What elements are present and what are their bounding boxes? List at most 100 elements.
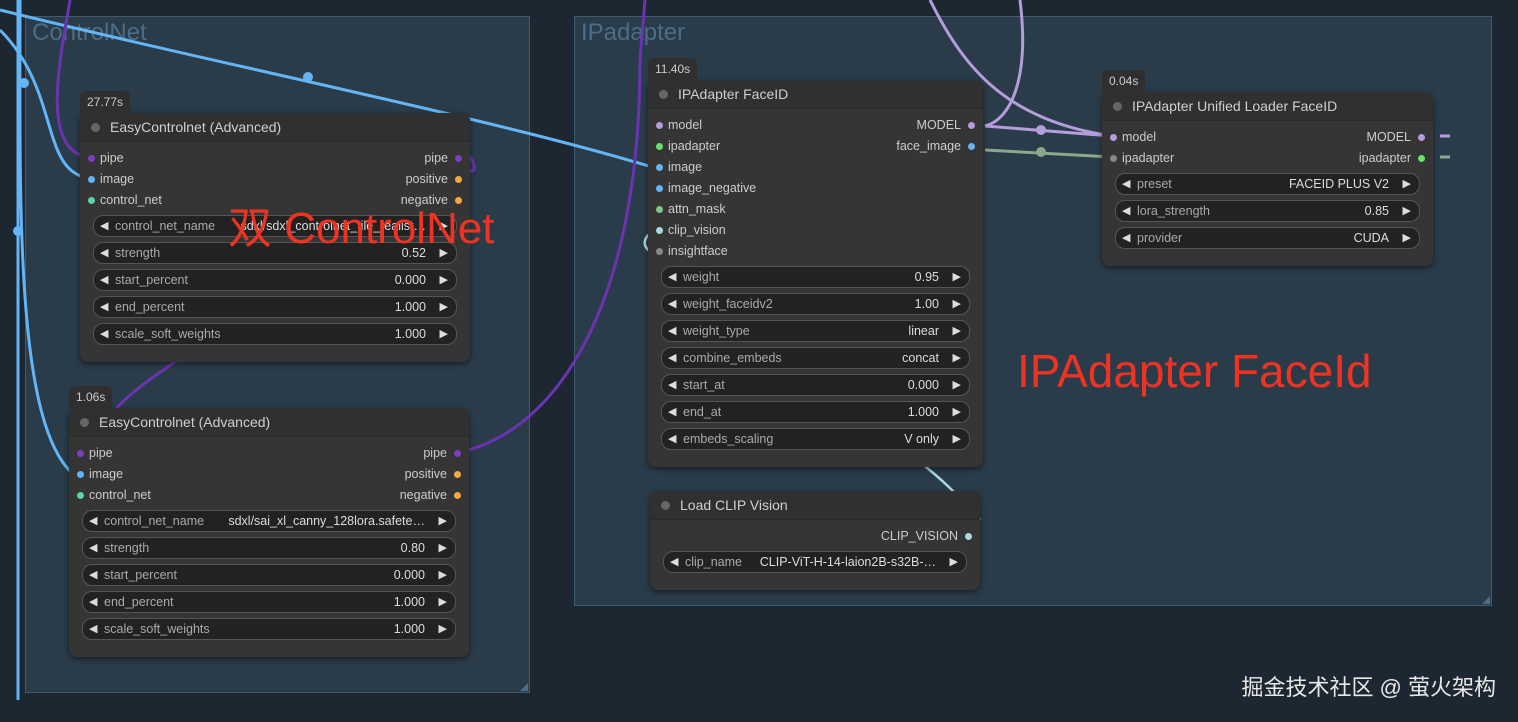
decrement-arrow-icon[interactable]: ◀ xyxy=(1122,174,1130,194)
decrement-arrow-icon[interactable]: ◀ xyxy=(668,429,676,449)
decrement-arrow-icon[interactable]: ◀ xyxy=(89,511,97,531)
output-slot-pipe[interactable]: pipe xyxy=(424,148,462,169)
output-socket-icon[interactable] xyxy=(1418,134,1425,141)
widget-preset[interactable]: ◀ preset FACEID PLUS V2 ▶ xyxy=(1115,173,1420,195)
widget-lora_strength[interactable]: ◀ lora_strength 0.85 ▶ xyxy=(1115,200,1420,222)
increment-arrow-icon[interactable]: ▶ xyxy=(953,294,961,314)
decrement-arrow-icon[interactable]: ◀ xyxy=(100,324,108,344)
widget-value[interactable]: 1.000 xyxy=(395,324,426,344)
decrement-arrow-icon[interactable]: ◀ xyxy=(670,552,678,572)
widget-combine_embeds[interactable]: ◀ combine_embeds concat ▶ xyxy=(661,347,970,369)
group-resize-handle[interactable] xyxy=(520,683,528,691)
output-slot-MODEL[interactable]: MODEL xyxy=(1367,127,1425,148)
decrement-arrow-icon[interactable]: ◀ xyxy=(100,270,108,290)
widget-value[interactable]: V only xyxy=(904,429,939,449)
input-slot-pipe[interactable]: pipe xyxy=(88,148,124,169)
collapse-dot-icon[interactable] xyxy=(659,90,668,99)
input-slot-model[interactable]: model xyxy=(656,115,702,136)
input-socket-icon[interactable] xyxy=(88,155,95,162)
input-slot-clip_vision[interactable]: clip_vision xyxy=(656,220,726,241)
input-socket-icon[interactable] xyxy=(88,197,95,204)
input-slot-insightface[interactable]: insightface xyxy=(656,241,728,262)
widget-embeds_scaling[interactable]: ◀ embeds_scaling V only ▶ xyxy=(661,428,970,450)
widget-value[interactable]: 0.000 xyxy=(394,565,425,585)
node-title-bar[interactable]: EasyControlnet (Advanced) xyxy=(69,408,469,437)
input-socket-icon[interactable] xyxy=(88,176,95,183)
input-socket-icon[interactable] xyxy=(77,492,84,499)
collapse-dot-icon[interactable] xyxy=(80,418,89,427)
input-slot-ipadapter[interactable]: ipadapter xyxy=(656,136,720,157)
decrement-arrow-icon[interactable]: ◀ xyxy=(668,267,676,287)
output-socket-icon[interactable] xyxy=(455,176,462,183)
input-slot-attn_mask[interactable]: attn_mask xyxy=(656,199,726,220)
node-easycontrolnet-2[interactable]: 1.06s EasyControlnet (Advanced) pipe pipe im… xyxy=(69,386,469,657)
widget-start_percent[interactable]: ◀ start_percent 0.000 ▶ xyxy=(82,564,456,586)
input-slot-control_net[interactable]: control_net xyxy=(88,190,162,211)
output-slot-negative[interactable]: negative xyxy=(400,485,461,506)
output-socket-icon[interactable] xyxy=(454,471,461,478)
decrement-arrow-icon[interactable]: ◀ xyxy=(668,321,676,341)
node-ipadapter-unified-loader-faceid[interactable]: 0.04s IPAdapter Unified Loader FaceID mode… xyxy=(1102,70,1433,266)
input-slot-ipadapter[interactable]: ipadapter xyxy=(1110,148,1174,169)
output-slot-positive[interactable]: positive xyxy=(406,169,462,190)
node-title-bar[interactable]: Load CLIP Vision xyxy=(650,491,980,520)
widget-value[interactable]: 0.000 xyxy=(395,270,426,290)
input-slot-image[interactable]: image xyxy=(77,464,123,485)
node-title-bar[interactable]: IPAdapter Unified Loader FaceID xyxy=(1102,92,1433,121)
output-socket-icon[interactable] xyxy=(454,492,461,499)
output-slot-positive[interactable]: positive xyxy=(405,464,461,485)
input-slot-image_negative[interactable]: image_negative xyxy=(656,178,756,199)
decrement-arrow-icon[interactable]: ◀ xyxy=(100,243,108,263)
widget-value[interactable]: 0.000 xyxy=(908,375,939,395)
input-socket-icon[interactable] xyxy=(656,164,663,171)
widget-end_at[interactable]: ◀ end_at 1.000 ▶ xyxy=(661,401,970,423)
widget-start_percent[interactable]: ◀ start_percent 0.000 ▶ xyxy=(93,269,457,291)
widget-value[interactable]: CUDA xyxy=(1354,228,1389,248)
widget-value[interactable]: linear xyxy=(908,321,939,341)
decrement-arrow-icon[interactable]: ◀ xyxy=(89,619,97,639)
decrement-arrow-icon[interactable]: ◀ xyxy=(668,294,676,314)
group-resize-handle[interactable] xyxy=(1482,596,1490,604)
widget-end_percent[interactable]: ◀ end_percent 1.000 ▶ xyxy=(82,591,456,613)
decrement-arrow-icon[interactable]: ◀ xyxy=(89,565,97,585)
widget-clip_name[interactable]: ◀ clip_name CLIP-ViT-H-14-laion2B-s32B-… ▶ xyxy=(663,551,967,573)
widget-value[interactable]: 1.000 xyxy=(395,297,426,317)
increment-arrow-icon[interactable]: ▶ xyxy=(439,592,447,612)
increment-arrow-icon[interactable]: ▶ xyxy=(439,511,447,531)
output-slot-pipe[interactable]: pipe xyxy=(423,443,461,464)
increment-arrow-icon[interactable]: ▶ xyxy=(440,324,448,344)
input-slot-image[interactable]: image xyxy=(88,169,134,190)
increment-arrow-icon[interactable]: ▶ xyxy=(953,321,961,341)
widget-value[interactable]: FACEID PLUS V2 xyxy=(1289,174,1389,194)
decrement-arrow-icon[interactable]: ◀ xyxy=(668,375,676,395)
decrement-arrow-icon[interactable]: ◀ xyxy=(1122,228,1130,248)
decrement-arrow-icon[interactable]: ◀ xyxy=(89,538,97,558)
widget-weight[interactable]: ◀ weight 0.95 ▶ xyxy=(661,266,970,288)
input-socket-icon[interactable] xyxy=(656,248,663,255)
increment-arrow-icon[interactable]: ▶ xyxy=(440,270,448,290)
increment-arrow-icon[interactable]: ▶ xyxy=(953,375,961,395)
decrement-arrow-icon[interactable]: ◀ xyxy=(100,216,108,236)
input-socket-icon[interactable] xyxy=(656,143,663,150)
input-socket-icon[interactable] xyxy=(77,471,84,478)
output-socket-icon[interactable] xyxy=(455,155,462,162)
input-slot-model[interactable]: model xyxy=(1110,127,1156,148)
decrement-arrow-icon[interactable]: ◀ xyxy=(668,402,676,422)
increment-arrow-icon[interactable]: ▶ xyxy=(439,565,447,585)
output-socket-icon[interactable] xyxy=(968,122,975,129)
input-slot-image[interactable]: image xyxy=(656,157,702,178)
node-title-bar[interactable]: EasyControlnet (Advanced) xyxy=(80,113,470,142)
widget-value[interactable]: 1.000 xyxy=(908,402,939,422)
decrement-arrow-icon[interactable]: ◀ xyxy=(100,297,108,317)
increment-arrow-icon[interactable]: ▶ xyxy=(953,267,961,287)
increment-arrow-icon[interactable]: ▶ xyxy=(953,348,961,368)
widget-value[interactable]: 0.95 xyxy=(915,267,939,287)
increment-arrow-icon[interactable]: ▶ xyxy=(1403,201,1411,221)
input-socket-icon[interactable] xyxy=(656,206,663,213)
widget-weight_type[interactable]: ◀ weight_type linear ▶ xyxy=(661,320,970,342)
input-slot-control_net[interactable]: control_net xyxy=(77,485,151,506)
decrement-arrow-icon[interactable]: ◀ xyxy=(1122,201,1130,221)
increment-arrow-icon[interactable]: ▶ xyxy=(953,402,961,422)
output-socket-icon[interactable] xyxy=(454,450,461,457)
increment-arrow-icon[interactable]: ▶ xyxy=(1403,228,1411,248)
